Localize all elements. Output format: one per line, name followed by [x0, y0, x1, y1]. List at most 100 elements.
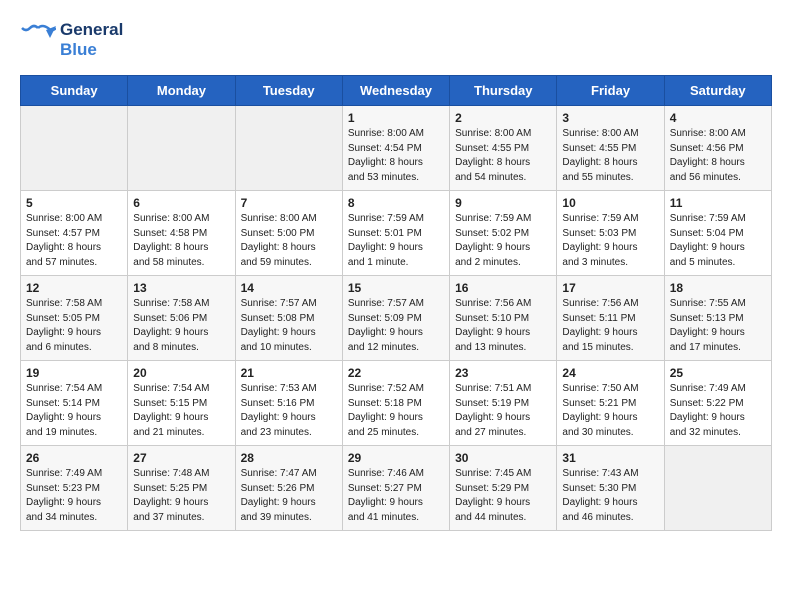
day-info: Sunrise: 8:00 AM Sunset: 5:00 PM Dayligh… — [241, 212, 337, 270]
day-number: 13 — [133, 281, 229, 295]
day-number: 30 — [455, 451, 551, 465]
calendar-cell: 15 Sunrise: 7:57 AM Sunset: 5:09 PM Dayli… — [342, 276, 449, 361]
day-info: Sunrise: 8:00 AM Sunset: 4:56 PM Dayligh… — [670, 127, 766, 185]
calendar-cell: 27 Sunrise: 7:48 AM Sunset: 5:25 PM Dayli… — [128, 446, 235, 531]
calendar-cell: 24 Sunrise: 7:50 AM Sunset: 5:21 PM Dayli… — [557, 361, 664, 446]
calendar-cell: 26Sunrise: 7:49 AM Sunset: 5:23 PM Dayli… — [21, 446, 128, 531]
day-info: Sunrise: 8:00 AM Sunset: 4:58 PM Dayligh… — [133, 212, 229, 270]
calendar-cell: 9 Sunrise: 7:59 AM Sunset: 5:02 PM Daylig… — [450, 191, 557, 276]
day-number: 23 — [455, 366, 551, 380]
day-number: 4 — [670, 111, 766, 125]
day-info: Sunrise: 7:53 AM Sunset: 5:16 PM Dayligh… — [241, 382, 337, 440]
calendar-body: 1 Sunrise: 8:00 AM Sunset: 4:54 PM Daylig… — [21, 106, 772, 531]
logo: General Blue — [20, 20, 123, 59]
day-number: 14 — [241, 281, 337, 295]
day-number: 9 — [455, 196, 551, 210]
calendar-cell: 23 Sunrise: 7:51 AM Sunset: 5:19 PM Dayli… — [450, 361, 557, 446]
weekday-header: Friday — [557, 76, 664, 106]
day-info: Sunrise: 7:59 AM Sunset: 5:04 PM Dayligh… — [670, 212, 766, 270]
calendar-cell: 14 Sunrise: 7:57 AM Sunset: 5:08 PM Dayli… — [235, 276, 342, 361]
day-number: 28 — [241, 451, 337, 465]
day-info: Sunrise: 7:56 AM Sunset: 5:10 PM Dayligh… — [455, 297, 551, 355]
day-number: 25 — [670, 366, 766, 380]
calendar-cell: 18 Sunrise: 7:55 AM Sunset: 5:13 PM Dayli… — [664, 276, 771, 361]
day-number: 6 — [133, 196, 229, 210]
calendar-cell: 7Sunrise: 8:00 AM Sunset: 5:00 PM Daylig… — [235, 191, 342, 276]
day-info: Sunrise: 7:48 AM Sunset: 5:25 PM Dayligh… — [133, 467, 229, 525]
weekday-header: Tuesday — [235, 76, 342, 106]
day-number: 24 — [562, 366, 658, 380]
calendar-cell — [664, 446, 771, 531]
day-info: Sunrise: 8:00 AM Sunset: 4:55 PM Dayligh… — [455, 127, 551, 185]
calendar-cell — [235, 106, 342, 191]
calendar-cell: 22 Sunrise: 7:52 AM Sunset: 5:18 PM Dayli… — [342, 361, 449, 446]
day-number: 2 — [455, 111, 551, 125]
calendar-cell — [128, 106, 235, 191]
calendar-cell: 31 Sunrise: 7:43 AM Sunset: 5:30 PM Dayli… — [557, 446, 664, 531]
calendar-cell: 11 Sunrise: 7:59 AM Sunset: 5:04 PM Dayli… — [664, 191, 771, 276]
calendar-cell — [21, 106, 128, 191]
logo-container: General Blue — [20, 20, 123, 59]
day-number: 18 — [670, 281, 766, 295]
calendar-week-row: 5 Sunrise: 8:00 AM Sunset: 4:57 PM Daylig… — [21, 191, 772, 276]
day-number: 22 — [348, 366, 444, 380]
weekday-header: Wednesday — [342, 76, 449, 106]
day-info: Sunrise: 7:52 AM Sunset: 5:18 PM Dayligh… — [348, 382, 444, 440]
calendar-cell: 16Sunrise: 7:56 AM Sunset: 5:10 PM Dayli… — [450, 276, 557, 361]
calendar-cell: 1 Sunrise: 8:00 AM Sunset: 4:54 PM Daylig… — [342, 106, 449, 191]
weekday-header: Monday — [128, 76, 235, 106]
day-number: 21 — [241, 366, 337, 380]
day-info: Sunrise: 7:58 AM Sunset: 5:05 PM Dayligh… — [26, 297, 122, 355]
calendar-week-row: 26Sunrise: 7:49 AM Sunset: 5:23 PM Dayli… — [21, 446, 772, 531]
day-number: 11 — [670, 196, 766, 210]
logo-wave-icon — [20, 22, 56, 58]
day-info: Sunrise: 7:45 AM Sunset: 5:29 PM Dayligh… — [455, 467, 551, 525]
day-info: Sunrise: 8:00 AM Sunset: 4:57 PM Dayligh… — [26, 212, 122, 270]
day-number: 12 — [26, 281, 122, 295]
day-number: 1 — [348, 111, 444, 125]
weekday-header: Thursday — [450, 76, 557, 106]
logo-line1: General — [60, 20, 123, 40]
calendar-cell: 21 Sunrise: 7:53 AM Sunset: 5:16 PM Dayli… — [235, 361, 342, 446]
calendar-cell: 10Sunrise: 7:59 AM Sunset: 5:03 PM Dayli… — [557, 191, 664, 276]
day-info: Sunrise: 8:00 AM Sunset: 4:54 PM Dayligh… — [348, 127, 444, 185]
calendar-cell: 4 Sunrise: 8:00 AM Sunset: 4:56 PM Daylig… — [664, 106, 771, 191]
page-header: General Blue — [20, 20, 772, 59]
day-info: Sunrise: 7:57 AM Sunset: 5:08 PM Dayligh… — [241, 297, 337, 355]
day-number: 17 — [562, 281, 658, 295]
calendar-cell: 12 Sunrise: 7:58 AM Sunset: 5:05 PM Dayli… — [21, 276, 128, 361]
calendar-cell: 13 Sunrise: 7:58 AM Sunset: 5:06 PM Dayli… — [128, 276, 235, 361]
weekday-row: SundayMondayTuesdayWednesdayThursdayFrid… — [21, 76, 772, 106]
calendar-table: SundayMondayTuesdayWednesdayThursdayFrid… — [20, 75, 772, 531]
day-number: 27 — [133, 451, 229, 465]
day-number: 26 — [26, 451, 122, 465]
day-info: Sunrise: 7:50 AM Sunset: 5:21 PM Dayligh… — [562, 382, 658, 440]
day-number: 3 — [562, 111, 658, 125]
day-info: Sunrise: 7:55 AM Sunset: 5:13 PM Dayligh… — [670, 297, 766, 355]
day-number: 5 — [26, 196, 122, 210]
day-number: 15 — [348, 281, 444, 295]
day-info: Sunrise: 7:51 AM Sunset: 5:19 PM Dayligh… — [455, 382, 551, 440]
calendar-cell: 5 Sunrise: 8:00 AM Sunset: 4:57 PM Daylig… — [21, 191, 128, 276]
calendar-cell: 20Sunrise: 7:54 AM Sunset: 5:15 PM Dayli… — [128, 361, 235, 446]
day-info: Sunrise: 7:59 AM Sunset: 5:02 PM Dayligh… — [455, 212, 551, 270]
day-info: Sunrise: 7:59 AM Sunset: 5:01 PM Dayligh… — [348, 212, 444, 270]
calendar-week-row: 12 Sunrise: 7:58 AM Sunset: 5:05 PM Dayli… — [21, 276, 772, 361]
day-number: 29 — [348, 451, 444, 465]
day-number: 8 — [348, 196, 444, 210]
day-info: Sunrise: 7:47 AM Sunset: 5:26 PM Dayligh… — [241, 467, 337, 525]
calendar-cell: 17 Sunrise: 7:56 AM Sunset: 5:11 PM Dayli… — [557, 276, 664, 361]
calendar-cell: 29Sunrise: 7:46 AM Sunset: 5:27 PM Dayli… — [342, 446, 449, 531]
calendar-header: SundayMondayTuesdayWednesdayThursdayFrid… — [21, 76, 772, 106]
day-number: 10 — [562, 196, 658, 210]
day-info: Sunrise: 7:56 AM Sunset: 5:11 PM Dayligh… — [562, 297, 658, 355]
day-info: Sunrise: 7:57 AM Sunset: 5:09 PM Dayligh… — [348, 297, 444, 355]
calendar-cell: 8 Sunrise: 7:59 AM Sunset: 5:01 PM Daylig… — [342, 191, 449, 276]
logo-line2: Blue — [60, 40, 123, 60]
day-number: 19 — [26, 366, 122, 380]
calendar-cell: 28 Sunrise: 7:47 AM Sunset: 5:26 PM Dayli… — [235, 446, 342, 531]
day-info: Sunrise: 7:49 AM Sunset: 5:22 PM Dayligh… — [670, 382, 766, 440]
day-info: Sunrise: 7:58 AM Sunset: 5:06 PM Dayligh… — [133, 297, 229, 355]
day-info: Sunrise: 7:43 AM Sunset: 5:30 PM Dayligh… — [562, 467, 658, 525]
day-number: 31 — [562, 451, 658, 465]
